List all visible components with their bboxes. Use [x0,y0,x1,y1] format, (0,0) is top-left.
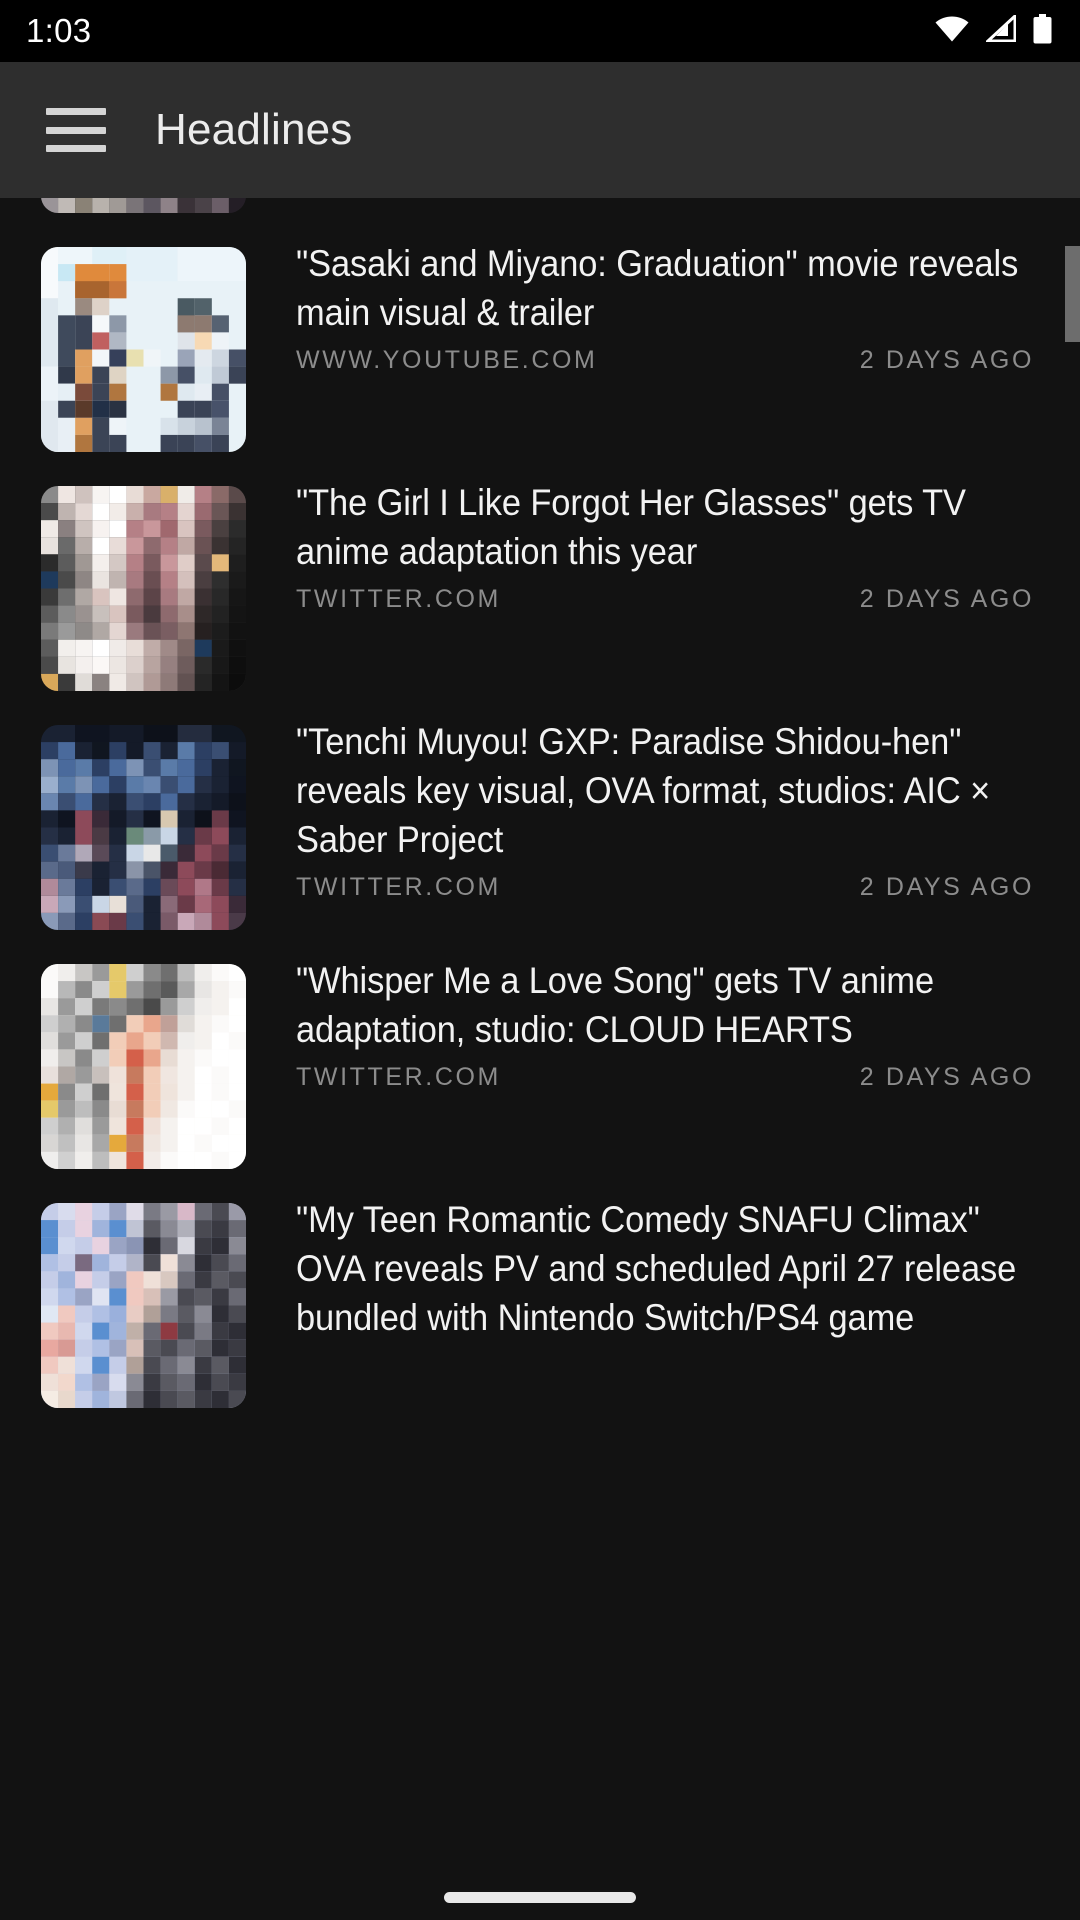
thumbnail-pixels [41,1203,246,1408]
article-meta: WWW.YOUTUBE.COM 2 DAYS AGO [296,346,1037,375]
article-age: 2 DAYS AGO [860,1063,1034,1092]
article-thumbnail[interactable] [41,964,246,1169]
article-source: TWITTER.COM [296,585,501,614]
article-headline[interactable]: "Sasaki and Miyano: Graduation" movie re… [296,239,1037,337]
article-meta: TWITTER.COM 2 DAYS AGO [296,585,1037,614]
article-headline[interactable]: "My Teen Romantic Comedy SNAFU Climax" O… [296,1195,1037,1342]
hamburger-menu-icon[interactable] [46,108,106,152]
article-item[interactable]: "Whisper Me a Love Song" gets TV anime a… [0,930,1080,1169]
scrollbar-thumb[interactable] [1065,246,1080,342]
app-bar: Headlines [0,62,1080,198]
article-headline[interactable]: "The Girl I Like Forgot Her Glasses" get… [296,478,1037,576]
article-item[interactable]: "The Girl I Like Forgot Her Glasses" get… [0,452,1080,691]
article-headline[interactable]: "Tenchi Muyou! GXP: Paradise Shidou-hen"… [296,717,1037,864]
gesture-home-pill[interactable] [444,1892,636,1903]
article-item[interactable]: "My Teen Romantic Comedy SNAFU Climax" O… [0,1169,1080,1408]
article-meta: TWITTER.COM 2 DAYS AGO [296,1063,1037,1092]
article-body: "My Teen Romantic Comedy SNAFU Climax" O… [296,1195,1037,1342]
article-source: TWITTER.COM [296,873,501,902]
cell-signal-icon [986,15,1016,47]
thumbnail-pixels [41,247,246,452]
article-body: "The Girl I Like Forgot Her Glasses" get… [296,478,1037,614]
article-meta: TWITTER.COM 2 DAYS AGO [296,873,1037,902]
thumbnail-pixels [41,486,246,691]
article-age: 2 DAYS AGO [860,346,1034,375]
article-body: "Sasaki and Miyano: Graduation" movie re… [296,239,1037,375]
article-thumbnail[interactable] [41,725,246,930]
menu-bar-2 [46,127,106,134]
article-thumbnail[interactable] [41,1203,246,1408]
app-screen: 1:03 Headlines [0,0,1080,1920]
article-age: 2 DAYS AGO [860,873,1034,902]
thumbnail-pixels [41,964,246,1169]
article-thumbnail[interactable] [41,486,246,691]
thumbnail-pixels [41,725,246,930]
headlines-list-inner: "The IDOLM@STER MILLION LIVE!" confirms … [0,62,1080,1408]
status-bar: 1:03 [0,0,1080,62]
article-headline[interactable]: "Whisper Me a Love Song" gets TV anime a… [296,956,1037,1054]
status-icons [935,0,1052,62]
article-age: 2 DAYS AGO [860,585,1034,614]
article-item[interactable]: "Sasaki and Miyano: Graduation" movie re… [0,213,1080,452]
page-title: Headlines [155,105,352,155]
article-body: "Tenchi Muyou! GXP: Paradise Shidou-hen"… [296,717,1037,902]
battery-icon [1033,14,1052,49]
wifi-icon [935,16,969,47]
status-clock: 1:03 [26,0,91,62]
article-body: "Whisper Me a Love Song" gets TV anime a… [296,956,1037,1092]
article-source: WWW.YOUTUBE.COM [296,346,597,375]
menu-bar-1 [46,108,106,115]
article-thumbnail[interactable] [41,247,246,452]
article-source: TWITTER.COM [296,1063,501,1092]
headlines-list[interactable]: "The IDOLM@STER MILLION LIVE!" confirms … [0,62,1080,1920]
gesture-nav-bar [0,1874,1080,1920]
article-item[interactable]: "Tenchi Muyou! GXP: Paradise Shidou-hen"… [0,691,1080,930]
menu-bar-3 [46,145,106,152]
